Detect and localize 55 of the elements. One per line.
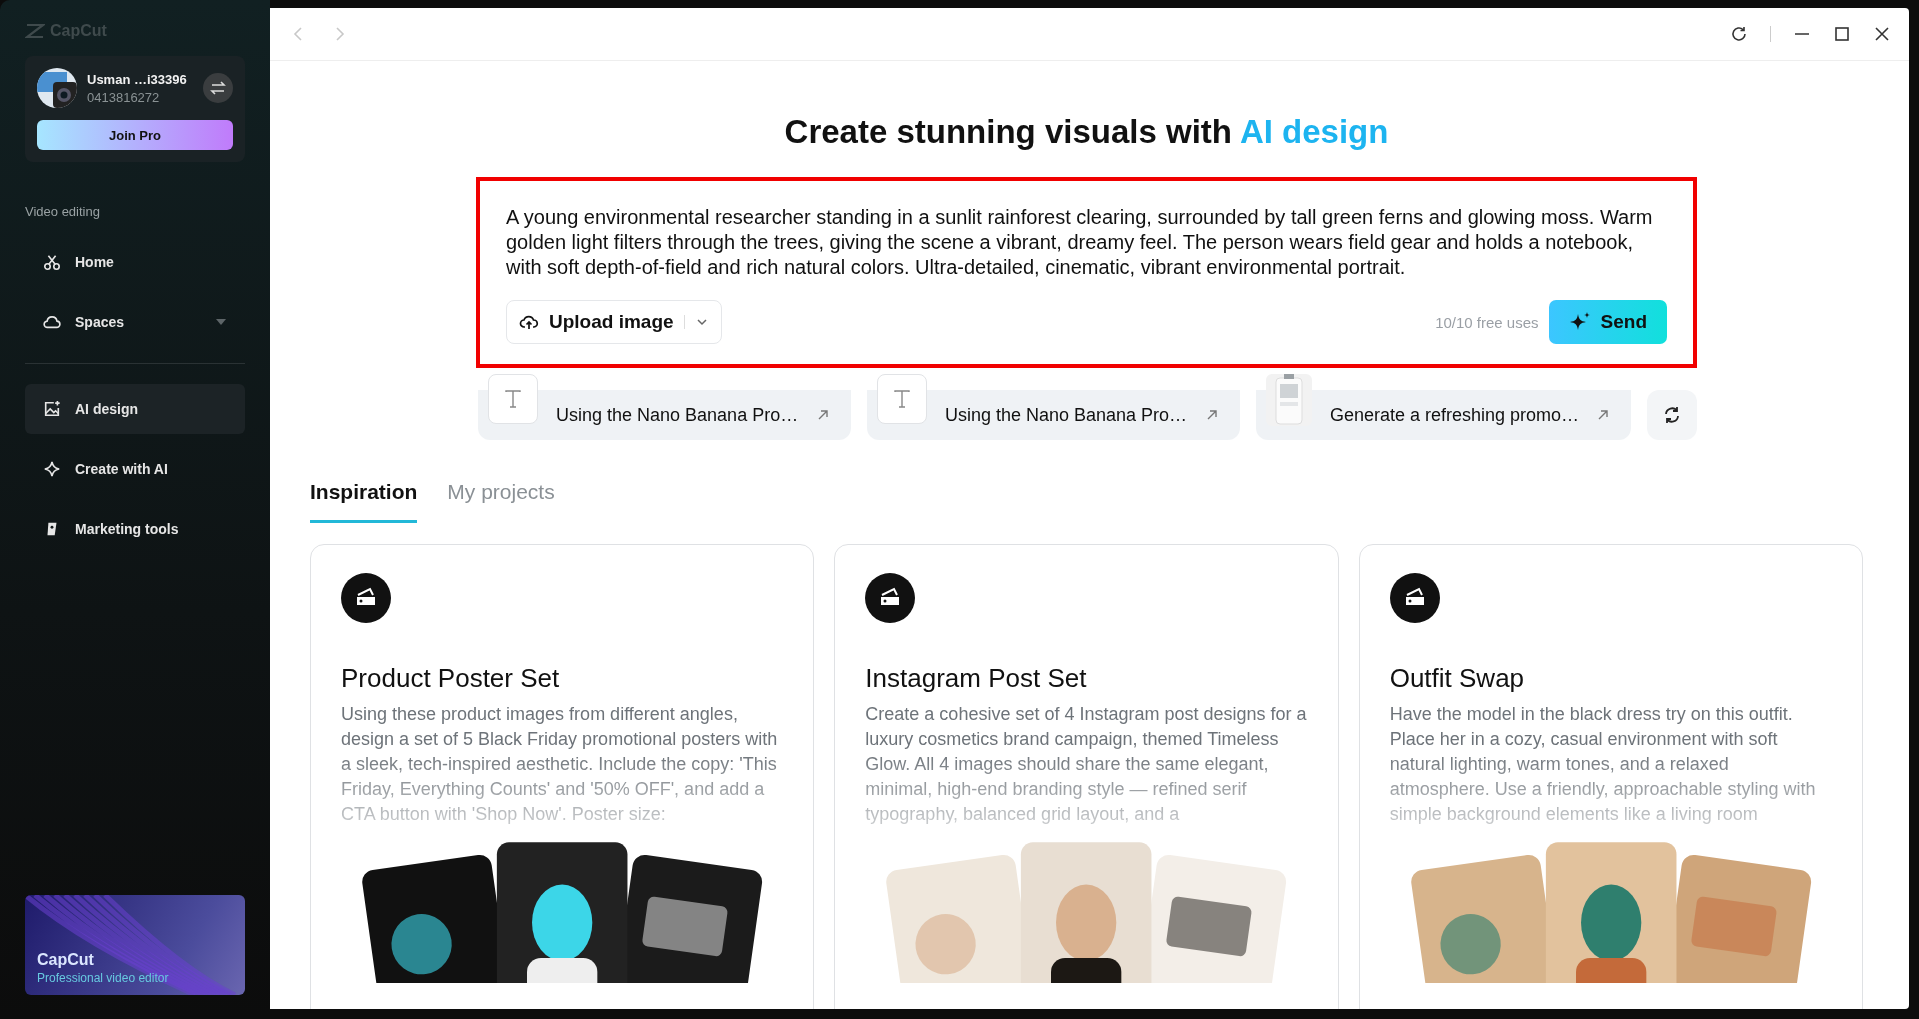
suggestion-chip[interactable]: Using the Nano Banana Pro… <box>866 374 1240 440</box>
ticket-icon <box>1389 573 1440 623</box>
sidebar-item-label: Home <box>75 254 115 270</box>
usage-count: 10/10 free uses <box>1435 313 1539 331</box>
user-id: 0413816272 <box>87 89 161 105</box>
switch-account-button[interactable] <box>203 73 233 103</box>
sidebar-item-label: Marketing tools <box>75 521 180 537</box>
refresh-suggestions-button[interactable] <box>1647 390 1697 440</box>
suggestion-chip[interactable]: Using the Nano Banana Pro… <box>478 374 851 440</box>
sparkle-icon <box>43 460 61 478</box>
logo-icon <box>25 23 45 39</box>
card-title: Product Poster Set <box>341 663 561 694</box>
text-icon <box>504 389 522 409</box>
suggestion-chip[interactable]: Generate a refreshing promo… <box>1255 374 1631 440</box>
cloud-icon <box>43 313 61 331</box>
chevron-down-icon <box>683 315 709 329</box>
refresh-icon <box>1662 405 1682 425</box>
sidebar-item-label: Spaces <box>75 314 126 330</box>
card-description: Have the model in the black dress try on this outfit. Place her in a cozy, casual environment with soft natural lighting, warm tones, and a relaxed atmosphere. Use a friendly, approachable styling with simple background elements like a living room <box>1389 703 1817 826</box>
arrow-up-right-icon <box>1205 409 1218 421</box>
sidebar-item-label: Create with AI <box>75 461 169 477</box>
arrow-up-right-icon <box>1597 409 1609 421</box>
sidebar-item[interactable]: AI design <box>25 384 245 434</box>
prompt-text: A young environmental researcher standing in a sunlit rainforest clearing, surrounded by tall green ferns and glowing moss. Warm golden light filters through the trees, giving the scene a vibrant, dreamy feel. The person wears field gear and holds a notebook, with soft depth-of-field and rich natural colors. Ultra-detailed, cinematic, vibrant environmental portrait. <box>506 205 1654 280</box>
swap-arrows-icon <box>210 80 226 96</box>
sidebar-item[interactable]: Spaces <box>25 297 245 347</box>
join-pro-button[interactable]: Join Pro <box>37 120 233 150</box>
sidebar-item-label: AI design <box>75 401 139 417</box>
text-icon <box>892 389 911 409</box>
card-description: Using these product images from different angles, design a set of 5 Black Friday promotional posters with a sleek, tech-inspired aesthetic. Include the copy: 'This Friday, Everything Counts' and '50% OFF', and add a CTA button with 'Shop Now'. Poster size: <box>341 703 779 826</box>
template-card[interactable] <box>310 544 815 1009</box>
arrow-up-right-icon <box>816 409 829 421</box>
close-icon[interactable] <box>1873 25 1891 43</box>
scissors-icon <box>43 253 61 271</box>
promo-subtitle: Professional video editor <box>37 971 169 985</box>
card-description: Create a cohesive set of 4 Instagram post designs for a luxury cosmetics brand campaign, themed Timeless Glow. All 4 images should share the same elegant, minimal, high-end branding style — refined serif typography, balanced grid layout, and a <box>865 703 1308 826</box>
image-sparkle-icon <box>43 400 61 418</box>
sidebar-item[interactable]: Marketing tools <box>25 504 245 554</box>
upload-image-button[interactable]: Upload image <box>506 300 722 344</box>
refresh-icon[interactable] <box>1730 25 1748 43</box>
sidebar-item[interactable]: Create with AI <box>25 444 245 494</box>
page-heading: Create stunning visuals with AI design <box>783 113 1390 151</box>
maximize-icon[interactable] <box>1833 25 1851 43</box>
section-label: Video editing <box>25 204 101 219</box>
sidebar-item[interactable]: Home <box>25 237 245 287</box>
prompt-field[interactable] <box>476 177 1697 368</box>
card-title: Outfit Swap <box>1389 663 1526 694</box>
send-button[interactable]: Send <box>1548 300 1667 344</box>
tab[interactable]: Inspiration <box>310 480 418 523</box>
card-title: Instagram Post Set <box>865 663 1088 694</box>
promo-title: CapCut <box>37 951 95 969</box>
ticket-icon <box>341 573 391 623</box>
user-name: Usman …i33396 <box>87 71 188 87</box>
promo-banner[interactable]: CapCut Professional video editor <box>25 895 245 995</box>
ticket-icon <box>865 573 916 623</box>
